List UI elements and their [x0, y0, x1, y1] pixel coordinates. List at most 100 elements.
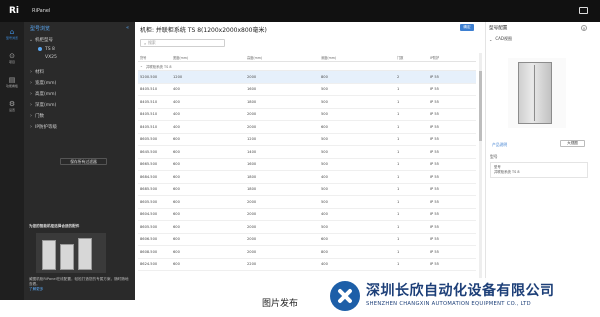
- table-row[interactable]: 8405.510 400 1800 500 1 IP 55: [138, 96, 476, 109]
- table-row[interactable]: 8624.500 600 2200 400 1 IP 55: [138, 259, 476, 271]
- table-cell: 2000: [247, 199, 257, 204]
- table-cell: 600: [321, 237, 328, 242]
- table-cell: 8405.510: [140, 87, 158, 92]
- table-row[interactable]: 8405.510 400 2000 600 1 IP 55: [138, 121, 476, 134]
- column-header[interactable]: 高度(mm): [247, 55, 321, 60]
- table-cell: 8624.500: [140, 262, 158, 267]
- tree-item-depth[interactable]: › 深度(mm): [24, 99, 135, 110]
- save-filters-button[interactable]: 保存所有过滤器: [60, 158, 107, 165]
- table-row[interactable]: 8684.500 600 1800 400 1 IP 55: [138, 171, 476, 184]
- table-row[interactable]: 8645.500 600 1400 500 1 IP 55: [138, 146, 476, 159]
- table-row[interactable]: 8605.500 600 2000 500 1 IP 55: [138, 196, 476, 209]
- tree-item-material[interactable]: › 材料: [24, 66, 135, 77]
- table-cell: 500: [321, 87, 328, 92]
- home-icon: ⌂: [9, 28, 15, 36]
- table-cell: 600: [173, 249, 180, 254]
- table-cell: IP 55: [430, 199, 439, 204]
- model-card-line: 并联柜系统 TS 8: [494, 170, 520, 174]
- column-header[interactable]: 宽度(mm): [173, 55, 247, 60]
- table-cell: IP 55: [430, 187, 439, 192]
- table-cell: IP 55: [430, 224, 439, 229]
- table-cell: 8405.510: [140, 99, 158, 104]
- cabinet-3d-image: [518, 62, 552, 124]
- tree-item-vx25[interactable]: VX25: [24, 53, 135, 61]
- close-icon[interactable]: ×: [581, 25, 587, 31]
- board-icon: ▤: [8, 76, 16, 84]
- table-cell: 600: [173, 137, 180, 142]
- table-row[interactable]: 8405.510 400 2000 500 1 IP 55: [138, 109, 476, 121]
- column-header[interactable]: IP防护: [430, 55, 476, 60]
- table-row[interactable]: 8606.500 600 2000 600 1 IP 55: [138, 234, 476, 246]
- large-view-button[interactable]: 大视图: [560, 140, 585, 147]
- table-cell: 400: [321, 262, 328, 267]
- table-cell: IP 55: [430, 262, 439, 267]
- tree-item-ts8[interactable]: TS 8: [24, 45, 135, 53]
- table-row[interactable]: 8608.500 600 2000 800 1 IP 55: [138, 246, 476, 259]
- apply-button[interactable]: 确定: [460, 24, 474, 31]
- tree-item-height[interactable]: › 高度(mm): [24, 88, 135, 99]
- table-cell: IP 55: [430, 74, 439, 79]
- table-cell: 2000: [247, 112, 257, 117]
- table-cell: 1800: [247, 187, 257, 192]
- table-cell: IP 55: [430, 149, 439, 154]
- collapse-icon[interactable]: «: [126, 25, 129, 31]
- chevron-right-icon: ›: [30, 101, 32, 108]
- promo-link[interactable]: 了解更多: [29, 287, 131, 292]
- table-body: 5200.500 1200 2000 800 2 IP 55 8405.510 400 1600…: [138, 71, 476, 271]
- scroll-thumb[interactable]: [479, 71, 482, 141]
- table-cell: 500: [321, 137, 328, 142]
- company-name-cn: 深圳长欣自动化设备有限公司: [366, 283, 555, 299]
- table-cell: 600: [173, 162, 180, 167]
- table-scrollbar[interactable]: [479, 53, 482, 293]
- pin-icon: ⊙: [9, 52, 15, 60]
- column-header[interactable]: 货号: [138, 55, 173, 60]
- table-cell: 600: [173, 262, 180, 267]
- search-placeholder: 搜索: [148, 40, 156, 45]
- tree-item-cabinet[interactable]: ⌄ 机柜型号: [24, 34, 135, 45]
- chevron-down-icon: ⌄: [489, 36, 493, 42]
- tree-item-ip[interactable]: › IP防护等级: [24, 121, 135, 132]
- table-cell: 400: [173, 87, 180, 92]
- group-row[interactable]: ⌄ 并联柜系统 TS 8: [138, 62, 476, 71]
- cad-section-label: CAD视图: [495, 36, 512, 41]
- table-cell: IP 55: [430, 212, 439, 217]
- table-row[interactable]: 8605.500 600 1200 500 1 IP 55: [138, 134, 476, 146]
- cad-section[interactable]: ⌄ CAD视图: [486, 34, 590, 44]
- rail-label: 功能看板: [5, 84, 18, 88]
- folder-icon[interactable]: [579, 7, 588, 14]
- rail-item-settings[interactable]: ⚙ 设置: [0, 94, 24, 118]
- table-row[interactable]: 8604.500 600 2000 400 1 IP 55: [138, 209, 476, 221]
- column-header[interactable]: 门数: [397, 55, 430, 60]
- table-row[interactable]: 8605.500 600 2000 500 1 IP 55: [138, 221, 476, 234]
- table-cell: 1: [397, 224, 400, 229]
- table-row[interactable]: 8405.510 400 1600 500 1 IP 55: [138, 84, 476, 96]
- rail-item-board[interactable]: ▤ 功能看板: [0, 70, 24, 94]
- table-row[interactable]: 8685.500 600 1800 500 1 IP 55: [138, 184, 476, 196]
- table-cell: 1: [397, 162, 400, 167]
- product-table: 货号 宽度(mm) 高度(mm) 深度(mm) 门数 IP防护 ⌄ 并联柜系统 …: [138, 53, 476, 271]
- cad-preview[interactable]: [508, 58, 566, 128]
- search-input[interactable]: ⌕ 搜索: [140, 39, 225, 47]
- radio-icon: [38, 47, 42, 51]
- table-cell: 2: [397, 74, 400, 79]
- rail-item-project[interactable]: ⊙ 项目: [0, 46, 24, 70]
- tree-item-doors[interactable]: › 门数: [24, 110, 135, 121]
- table-row[interactable]: 5200.500 1200 2000 800 2 IP 55: [138, 71, 476, 84]
- table-header: 货号 宽度(mm) 高度(mm) 深度(mm) 门数 IP防护: [138, 53, 476, 62]
- table-cell: 8605.500: [140, 137, 158, 142]
- table-row[interactable]: 8665.500 600 1600 500 1 IP 55: [138, 159, 476, 171]
- table-cell: 8608.500: [140, 249, 158, 254]
- table-cell: 1: [397, 137, 400, 142]
- column-header[interactable]: 深度(mm): [321, 55, 397, 60]
- table-cell: 500: [321, 224, 328, 229]
- tree-label: 高度(mm): [35, 91, 57, 97]
- model-card: 型号 并联柜系统 TS 8: [490, 162, 588, 178]
- table-cell: 500: [321, 199, 328, 204]
- table-cell: 1400: [247, 149, 257, 154]
- main-area: 机柜: 并联柜系统 TS 8(1200x2000x800毫米) 确定 ⌕ 搜索 …: [135, 22, 485, 300]
- tree-item-width[interactable]: › 宽度(mm): [24, 77, 135, 88]
- table-cell: 400: [321, 212, 328, 217]
- rail-item-browse[interactable]: ⌂ 型号浏览: [0, 22, 24, 46]
- product-info-link[interactable]: 产品说明: [492, 142, 507, 148]
- image-caption: 图片发布: [262, 299, 299, 309]
